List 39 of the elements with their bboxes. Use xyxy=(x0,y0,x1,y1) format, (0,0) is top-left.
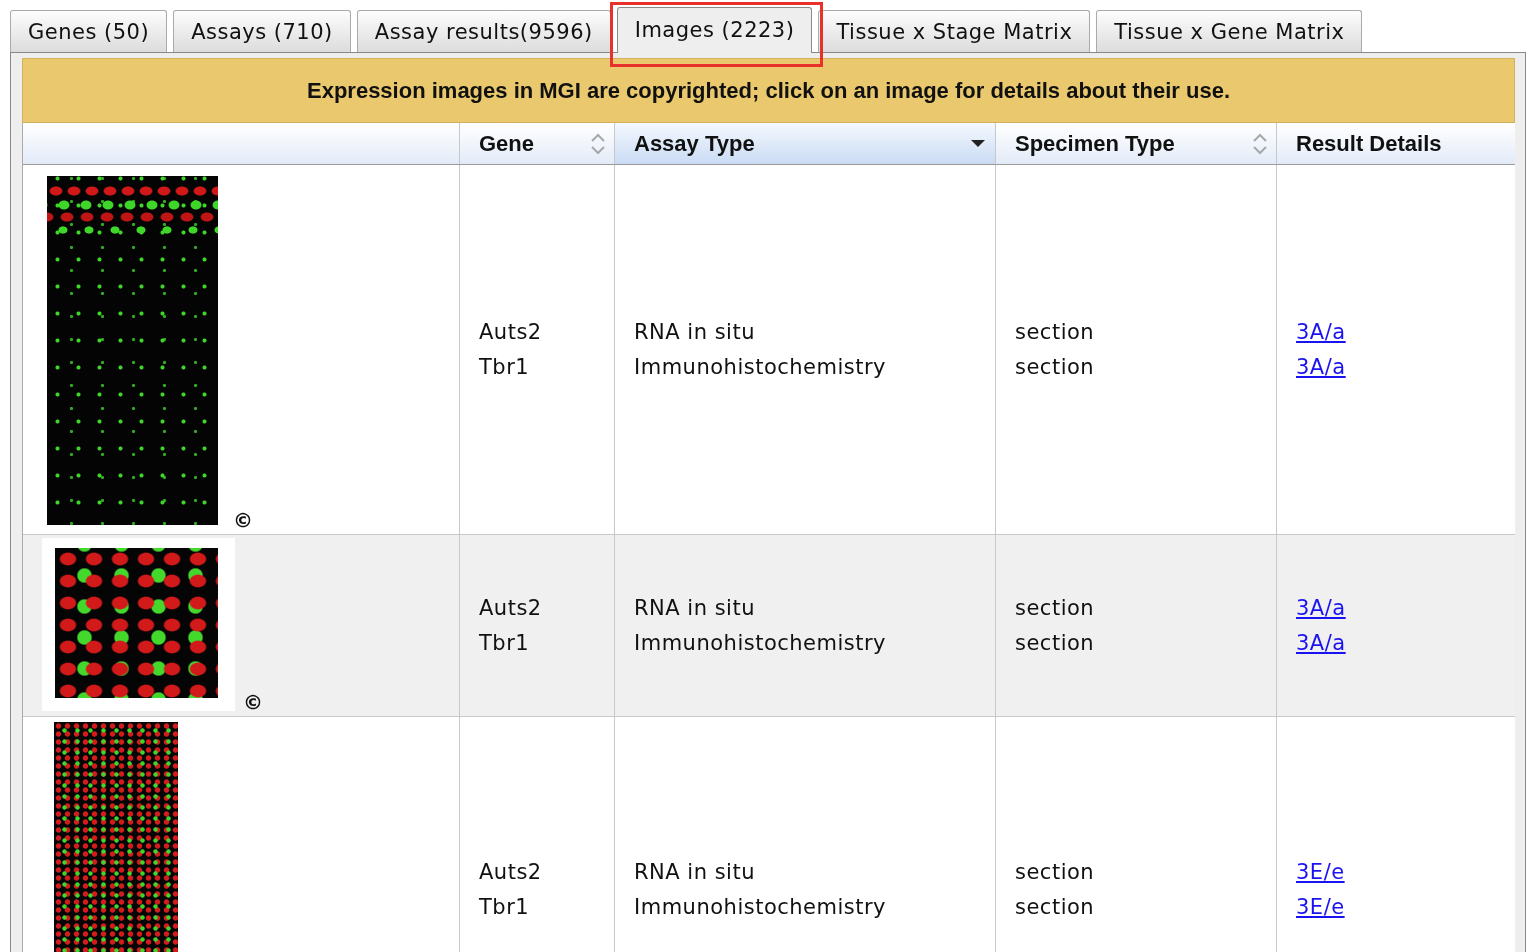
assay-type: Immunohistochemistry xyxy=(634,353,887,381)
result-link[interactable]: 3A/a xyxy=(1296,319,1346,344)
result-link[interactable]: 3E/e xyxy=(1296,894,1345,919)
gene-symbol: Tbr1 xyxy=(479,353,530,381)
specimen-type: section xyxy=(1015,893,1095,921)
tab[interactable]: Tissue x Stage Matrix xyxy=(818,10,1091,52)
tab[interactable]: Images (2223) xyxy=(616,7,813,53)
tab[interactable]: Tissue x Gene Matrix xyxy=(1096,10,1363,52)
photo-placeholder[interactable] xyxy=(47,176,218,525)
specimen-type: section xyxy=(1015,858,1095,886)
copyright-mark: © xyxy=(233,510,253,530)
tab[interactable]: Assay results(9596) xyxy=(356,10,611,52)
gene-symbol: Auts2 xyxy=(479,318,542,346)
tab[interactable]: Assays (710) xyxy=(173,10,351,52)
copyright-mark: © xyxy=(243,692,263,712)
assay-type: RNA in situ xyxy=(634,858,755,886)
specimen-type: section xyxy=(1015,353,1095,381)
result-link[interactable]: 3A/a xyxy=(1296,354,1346,379)
column-header[interactable]: Assay Type xyxy=(614,123,995,164)
copyright-notice: Expression images in MGI are copyrighted; click on an image for details about their use. xyxy=(22,58,1515,123)
photo-placeholder[interactable] xyxy=(55,548,218,698)
gene-symbol: Tbr1 xyxy=(479,629,530,657)
assay-type: RNA in situ xyxy=(634,594,755,622)
specimen-type: section xyxy=(1015,629,1095,657)
result-link[interactable]: 3A/a xyxy=(1296,595,1346,620)
assay-type: Immunohistochemistry xyxy=(634,629,887,657)
assay-type: Immunohistochemistry xyxy=(634,893,887,921)
assay-type: RNA in situ xyxy=(634,318,755,346)
caret-icon[interactable] xyxy=(971,140,985,147)
gene-symbol: Tbr1 xyxy=(479,893,530,921)
gene-symbol: Auts2 xyxy=(479,858,542,886)
gene-symbol: Auts2 xyxy=(479,594,542,622)
tab[interactable]: Genes (50) xyxy=(10,10,168,52)
result-link[interactable]: 3E/e xyxy=(1296,859,1345,884)
specimen-type: section xyxy=(1015,318,1095,346)
specimen-type: section xyxy=(1015,594,1095,622)
result-link[interactable]: 3A/a xyxy=(1296,630,1346,655)
column-header[interactable]: Specimen Type xyxy=(995,123,1276,164)
column-header: Result Details xyxy=(1276,123,1515,164)
